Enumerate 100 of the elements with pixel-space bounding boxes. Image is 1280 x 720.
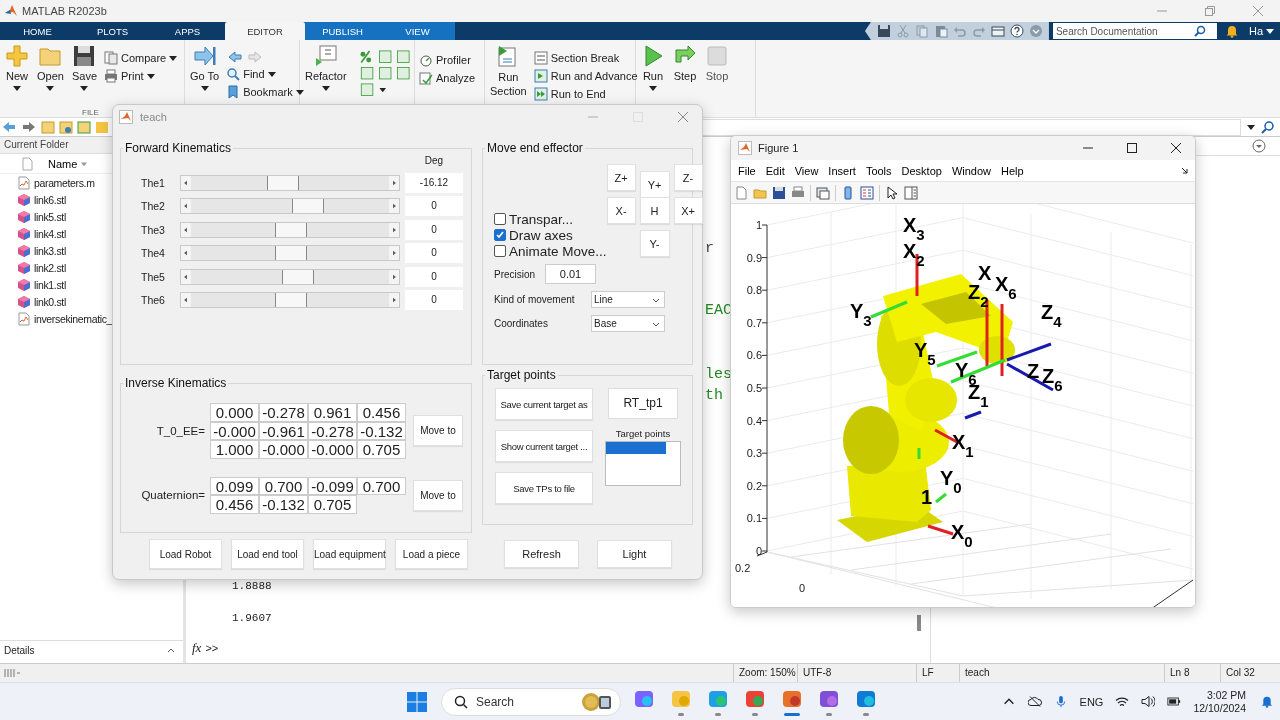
coins-icon[interactable] — [580, 690, 614, 713]
target-list[interactable] — [605, 441, 681, 486]
ribbon-tab[interactable]: PLOTS — [75, 22, 150, 40]
arrow-right-icon[interactable] — [389, 222, 399, 237]
file-name[interactable]: parameters.m — [34, 176, 95, 189]
slider-thumb[interactable] — [266, 175, 299, 190]
arrow-left-icon[interactable] — [181, 222, 191, 237]
table-cell[interactable]: 0.700 — [259, 476, 308, 495]
search-icon[interactable] — [1261, 120, 1275, 134]
function-label[interactable]: fx — [192, 640, 202, 656]
jog-button[interactable]: Z- — [673, 164, 703, 191]
move-to-button[interactable]: Move to — [413, 415, 463, 447]
paste-icon[interactable] — [933, 24, 948, 38]
precision-field[interactable]: 0.01 — [545, 264, 596, 284]
profiler-button[interactable]: Profiler — [417, 52, 473, 68]
menu-item[interactable]: Edit — [760, 164, 790, 177]
colorbar-icon[interactable] — [841, 185, 855, 200]
load-button[interactable]: Load equipment — [313, 539, 386, 569]
angle-field[interactable]: -16.12 — [405, 172, 463, 193]
search-input[interactable]: Search Documentation — [1055, 24, 1194, 38]
column-header[interactable]: Name — [48, 157, 88, 170]
run-and-advance-button[interactable]: Run and Advance — [531, 68, 640, 84]
ribbon-tab[interactable]: APPS — [150, 22, 225, 40]
chevron-up-icon[interactable] — [167, 646, 175, 654]
maximize-icon[interactable] — [1127, 143, 1137, 153]
table-cell[interactable]: 0.456 — [357, 403, 406, 422]
arrow-right-icon[interactable] — [389, 199, 399, 214]
save-target-button[interactable]: Save current target as — [495, 388, 593, 420]
table-cell[interactable]: 0.456 — [210, 495, 259, 514]
slider-thumb[interactable] — [291, 199, 324, 214]
slider[interactable] — [180, 245, 400, 262]
table-cell[interactable]: -0.000 — [259, 440, 308, 459]
arrow-left-icon[interactable] — [181, 199, 191, 214]
arrow-left-icon[interactable] — [181, 175, 191, 190]
save-file-button[interactable]: Save TPs to file — [495, 472, 593, 504]
property-editor-icon[interactable] — [904, 185, 918, 200]
table-cell[interactable]: 0.000 — [210, 403, 259, 422]
table-cell[interactable]: -0.132 — [259, 495, 308, 514]
jog-button[interactable]: Y- — [639, 230, 670, 257]
file-name[interactable]: link6.stl — [34, 193, 66, 206]
table-cell[interactable]: -0.099 — [308, 476, 357, 495]
search-field[interactable]: Search Documentation — [1052, 23, 1217, 39]
table-cell[interactable]: 0.705 — [357, 440, 406, 459]
ribbon-tab[interactable]: PUBLISH — [305, 22, 380, 40]
slider-thumb[interactable] — [275, 246, 307, 261]
ribbon-tab[interactable]: VIEW — [380, 22, 455, 40]
jog-button[interactable]: X+ — [673, 197, 703, 224]
new-figure-icon[interactable] — [734, 185, 748, 200]
checkbox-label[interactable]: Draw axes — [509, 227, 573, 243]
close-icon[interactable] — [1171, 143, 1181, 153]
target-name-field[interactable]: RT_tp1 — [608, 388, 678, 419]
menu-item[interactable]: Insert — [823, 164, 861, 177]
table-cell[interactable]: 0.705 — [308, 495, 357, 514]
arrow-left-icon[interactable] — [181, 269, 191, 284]
save-icon[interactable] — [876, 24, 891, 38]
checkbox-label[interactable]: Transpar... — [509, 211, 574, 227]
step-button[interactable]: Step — [670, 44, 700, 82]
file-name[interactable]: link2.stl — [34, 261, 66, 274]
file-name[interactable]: inversekinematic_ — [34, 312, 113, 325]
analyze-button[interactable]: Analyze — [417, 70, 478, 86]
scrollbar-thumb[interactable] — [917, 615, 921, 631]
clock-time[interactable]: 3:02 PM — [1206, 688, 1246, 702]
dropdown-circle-icon[interactable] — [1252, 139, 1266, 153]
battery-icon[interactable] — [1167, 695, 1182, 708]
cloud-icon[interactable] — [1027, 695, 1042, 708]
table-cell[interactable]: 1.000 — [210, 440, 259, 459]
pointer-icon[interactable] — [885, 185, 899, 200]
search-icon[interactable] — [1193, 25, 1206, 37]
load-button[interactable]: Load Robot — [149, 539, 222, 569]
menu-item[interactable]: Window — [946, 164, 997, 177]
open-button[interactable]: Open — [34, 44, 67, 92]
slider[interactable] — [180, 174, 400, 191]
light-button[interactable]: Light — [597, 540, 672, 568]
jog-button[interactable]: Y+ — [639, 171, 670, 198]
menu-item[interactable]: Tools — [860, 164, 897, 177]
table-cell[interactable]: -0.278 — [259, 403, 308, 422]
speaker-icon[interactable] — [1141, 695, 1156, 708]
dropdown[interactable]: Base — [591, 315, 665, 332]
slider[interactable] — [180, 292, 400, 309]
link-plot-icon[interactable] — [816, 185, 830, 200]
print-button[interactable]: Print — [102, 68, 180, 84]
table-cell[interactable]: 0.961 — [308, 403, 357, 422]
menu-item[interactable]: Desktop — [896, 164, 947, 177]
menu-item[interactable]: Help — [996, 164, 1029, 177]
run-to-end-button[interactable]: Run to End — [531, 86, 640, 102]
angle-field[interactable]: 0 — [405, 196, 463, 217]
file-name[interactable]: link5.stl — [34, 210, 66, 223]
compare-button[interactable]: Compare — [102, 50, 180, 66]
clock-date[interactable]: 12/10/2024 — [1193, 701, 1246, 715]
slider-thumb[interactable] — [275, 293, 307, 308]
slider-thumb[interactable] — [281, 269, 314, 284]
go-to-button[interactable]: Go To — [187, 44, 223, 92]
arrow-right-icon[interactable] — [389, 269, 399, 284]
menu-item[interactable]: View — [789, 164, 824, 177]
arrow-right-icon[interactable] — [389, 293, 399, 308]
new-button[interactable]: New — [2, 44, 32, 92]
arrow-right-icon[interactable] — [389, 246, 399, 261]
language-indicator[interactable]: ENG — [1079, 695, 1104, 708]
dropdown[interactable]: Line — [591, 291, 665, 308]
window-layout-icon[interactable] — [990, 24, 1005, 38]
